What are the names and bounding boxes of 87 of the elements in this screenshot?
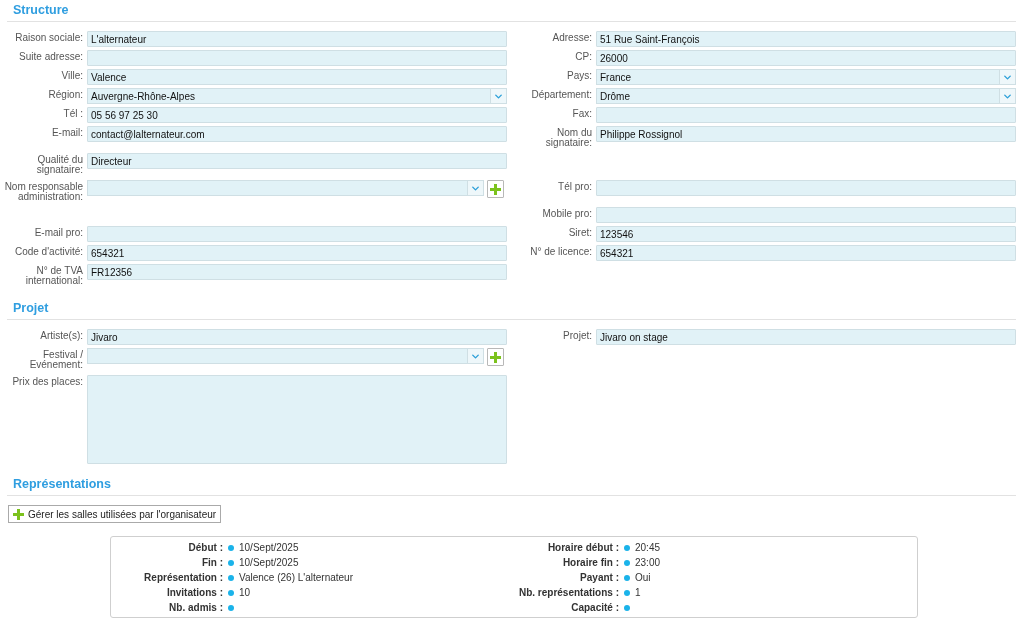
input-field[interactable]: 51 Rue Saint-François [596, 31, 1016, 47]
input-field[interactable]: FR12356 [87, 264, 507, 280]
field-label: Fax: [572, 108, 592, 119]
field-label: Région: [48, 89, 83, 100]
section-heading: Projet [7, 298, 1016, 320]
input-field[interactable] [87, 50, 507, 66]
field-label: N° de licence: [530, 246, 592, 257]
detail-value: 10/Sept/2025 [239, 542, 299, 553]
field-label: Artiste(s): [40, 330, 83, 341]
field-label: Projet: [563, 330, 592, 341]
input-field[interactable]: L'alternateur [87, 31, 507, 47]
detail-value: 10 [239, 587, 251, 598]
input-field[interactable]: 123546 [596, 226, 1016, 242]
bullet-icon [624, 559, 630, 566]
field-label: Tél : [63, 108, 83, 119]
field-label: Festival / Evénement: [29, 349, 83, 370]
bullet-icon [624, 589, 630, 596]
section-heading: Représentations [7, 474, 1016, 496]
field-label: N° de TVA international: [25, 265, 83, 286]
input-field[interactable]: 654321 [87, 245, 507, 261]
plus-icon [490, 183, 501, 195]
detail-label: Horaire fin : [561, 556, 619, 570]
detail-label: Fin : [200, 556, 223, 570]
field-label: Tél pro: [558, 181, 592, 192]
bullet-icon [624, 544, 630, 551]
bullet-icon [228, 604, 234, 611]
field-label: Pays: [567, 70, 592, 81]
bullet-icon [624, 604, 630, 611]
input-field[interactable]: Jivaro [87, 329, 507, 345]
add-button[interactable] [487, 180, 504, 198]
input-field[interactable]: Philippe Rossignol [596, 126, 1016, 142]
field-label: Nom du signataire: [545, 127, 592, 148]
detail-label: Nb. admis : [168, 601, 223, 615]
field-label: Mobile pro: [542, 208, 592, 219]
bullet-icon [228, 559, 234, 566]
input-field[interactable]: Directeur [87, 153, 507, 169]
input-field[interactable]: Jivaro on stage [596, 329, 1016, 345]
field-label: Qualité du signataire: [36, 154, 83, 175]
field-label: Raison sociale: [15, 32, 83, 43]
field-label: E-mail pro: [34, 227, 83, 238]
select-field[interactable] [87, 348, 484, 364]
select-field[interactable] [87, 180, 484, 196]
textarea-field[interactable] [87, 375, 507, 464]
input-field[interactable] [596, 180, 1016, 196]
field-label: Siret: [568, 227, 592, 238]
field-label: CP: [575, 51, 592, 62]
field-label: Suite adresse: [19, 51, 83, 62]
select-field[interactable]: Drôme [596, 88, 1016, 104]
field-label: E-mail: [51, 127, 83, 138]
detail-value: 1 [635, 587, 641, 598]
add-button[interactable] [487, 348, 504, 366]
section-heading: Structure [7, 0, 1016, 22]
input-field[interactable]: 654321 [596, 245, 1016, 261]
bullet-icon [624, 574, 630, 581]
select-field[interactable]: France [596, 69, 1016, 85]
input-field[interactable]: 26000 [596, 50, 1016, 66]
plus-icon [13, 508, 24, 520]
input-field[interactable]: contact@lalternateur.com [87, 126, 507, 142]
detail-label: Capacité : [570, 601, 619, 615]
detail-label: Début : [187, 541, 223, 555]
field-label: Adresse: [552, 32, 592, 43]
detail-label: Payant : [579, 571, 619, 585]
field-label: Code d'activité: [14, 246, 83, 257]
input-field[interactable] [87, 226, 507, 242]
field-label: Nom responsable administration: [4, 181, 83, 202]
detail-label: Horaire début : [546, 541, 619, 555]
detail-value: 20:45 [635, 542, 661, 553]
input-field[interactable]: 05 56 97 25 30 [87, 107, 507, 123]
field-label: Département: [531, 89, 592, 100]
field-label: Ville: [61, 70, 83, 81]
detail-value: Oui [635, 572, 651, 583]
detail-value: Valence (26) L'alternateur [239, 572, 353, 583]
input-field[interactable] [596, 207, 1016, 223]
bullet-icon [228, 574, 234, 581]
field-label: Prix des places: [12, 376, 83, 387]
select-field[interactable]: Auvergne-Rhône-Alpes [87, 88, 507, 104]
detail-value: 23:00 [635, 557, 661, 568]
manage-venues-button[interactable]: Gérer les salles utilisées par l'organisateur [8, 505, 222, 523]
detail-label: Représentation : [143, 571, 223, 585]
plus-icon [490, 351, 501, 363]
input-field[interactable] [596, 107, 1016, 123]
detail-value: 10/Sept/2025 [239, 557, 299, 568]
detail-label: Nb. représentations : [517, 586, 619, 600]
detail-label: Invitations : [165, 586, 223, 600]
input-field[interactable]: Valence [87, 69, 507, 85]
bullet-icon [228, 589, 234, 596]
bullet-icon [228, 544, 234, 551]
